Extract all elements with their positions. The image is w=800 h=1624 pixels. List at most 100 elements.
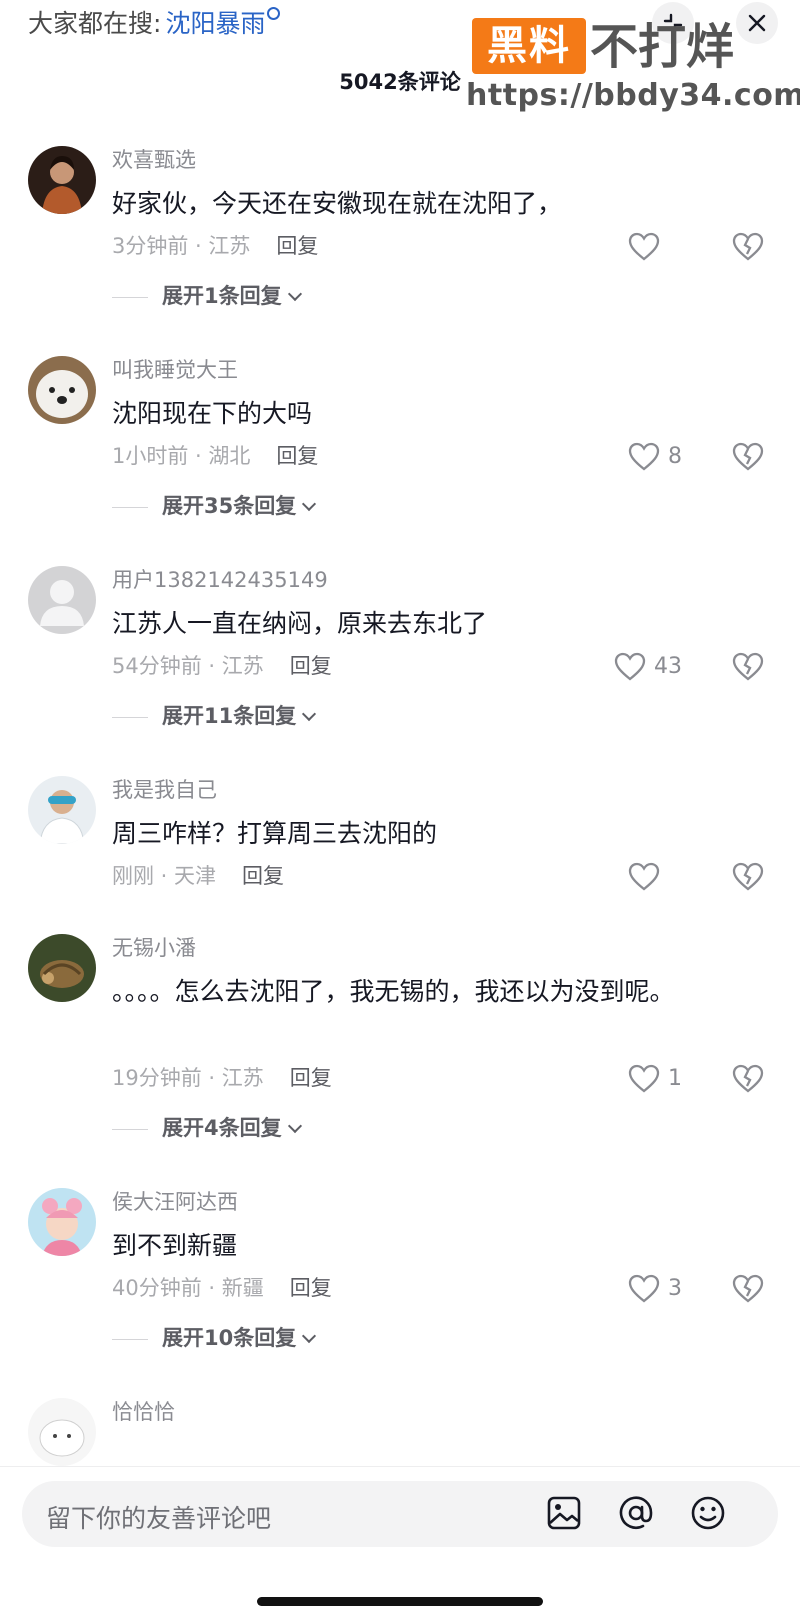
expand-replies-label: 展开35条回复 — [162, 494, 297, 518]
comment-text: 周三咋样？打算周三去沈阳的 — [112, 819, 438, 848]
comment-item: 恰恰恰 — [0, 1384, 800, 1466]
broken-heart-icon — [732, 862, 764, 891]
like-button[interactable] — [628, 232, 728, 266]
comment-meta: 1小时前 · 湖北 回复 — [112, 440, 318, 470]
emoji-button[interactable] — [688, 1493, 728, 1533]
avatar[interactable] — [28, 1398, 96, 1466]
like-button[interactable]: 1 — [628, 1064, 728, 1098]
comment-text: 江苏人一直在纳闷，原来去东北了 — [112, 609, 488, 638]
avatar[interactable] — [28, 356, 96, 424]
avatar[interactable] — [28, 566, 96, 634]
comment-username[interactable]: 我是我自己 — [112, 774, 217, 804]
reply-button[interactable]: 回复 — [290, 1276, 332, 1300]
divider — [112, 296, 148, 298]
divider — [112, 506, 148, 508]
comment-item: 欢喜甄选 好家伙，今天还在安徽现在就在沈阳了， 3分钟前 · 江苏 回复 展开1条… — [0, 132, 800, 332]
comment-time-location: 刚刚 · 天津 — [112, 864, 217, 888]
watermark-url: https://bbdy34.com — [466, 78, 800, 113]
comment-text: 。。。。怎么去沈阳了，我无锡的，我还以为没到呢。 — [112, 977, 675, 1006]
search-icon — [267, 7, 281, 20]
comment-username[interactable]: 欢喜甄选 — [112, 144, 196, 174]
comment-meta: 3分钟前 · 江苏 回复 — [112, 230, 318, 260]
heart-icon — [628, 1274, 660, 1303]
expand-replies[interactable]: 展开1条回复 — [112, 280, 302, 310]
comment-username[interactable]: 叫我睡觉大王 — [112, 354, 238, 384]
mention-button[interactable] — [616, 1493, 656, 1533]
avatar[interactable] — [28, 776, 96, 844]
comment-item: 叫我睡觉大王 沈阳现在下的大吗 1小时前 · 湖北 回复 8 展开35条回复 — [0, 342, 800, 542]
broken-heart-icon — [732, 1064, 764, 1093]
chevron-down-icon — [302, 1328, 317, 1344]
comment-meta: 19分钟前 · 江苏 回复 — [112, 1062, 332, 1092]
dislike-button[interactable] — [732, 1064, 768, 1098]
expand-replies[interactable]: 展开11条回复 — [112, 700, 317, 730]
chevron-down-icon — [287, 286, 302, 302]
reply-button[interactable]: 回复 — [242, 864, 284, 888]
dislike-button[interactable] — [732, 1274, 768, 1308]
expand-replies[interactable]: 展开35条回复 — [112, 490, 317, 520]
divider — [112, 716, 148, 718]
like-button[interactable]: 3 — [628, 1274, 728, 1308]
comment-text: 到不到新疆 — [112, 1231, 238, 1260]
heart-icon — [628, 442, 660, 471]
comment-item: 侯大汪阿达西 到不到新疆 40分钟前 · 新疆 回复 3 展开10条回复 — [0, 1174, 800, 1374]
comment-text: 沈阳现在下的大吗 — [112, 399, 313, 428]
comment-input-bar: 留下你的友善评论吧 — [0, 1466, 800, 1624]
heart-icon — [614, 652, 646, 681]
chevron-down-icon — [302, 706, 317, 722]
expand-replies-label: 展开10条回复 — [162, 1326, 297, 1350]
comment-input[interactable]: 留下你的友善评论吧 — [22, 1481, 778, 1547]
like-count: 3 — [668, 1276, 682, 1301]
comment-time-location: 1小时前 · 湖北 — [112, 444, 251, 468]
comment-username[interactable]: 用户1382142435149 — [112, 564, 328, 594]
expand-replies[interactable]: 展开4条回复 — [112, 1112, 302, 1142]
comment-username[interactable]: 无锡小潘 — [112, 932, 196, 962]
reply-button[interactable]: 回复 — [290, 654, 332, 678]
avatar[interactable] — [28, 934, 96, 1002]
like-count: 43 — [654, 654, 682, 679]
dislike-button[interactable] — [732, 232, 768, 266]
comment-meta: 54分钟前 · 江苏 回复 — [112, 650, 332, 680]
like-button[interactable]: 43 — [614, 652, 714, 686]
watermark-title: 不打烊 — [590, 19, 735, 75]
like-button[interactable]: 8 — [628, 442, 728, 476]
comment-text: 好家伙，今天还在安徽现在就在沈阳了， — [112, 189, 563, 218]
avatar[interactable] — [28, 1188, 96, 1256]
divider — [112, 1338, 148, 1340]
heart-icon — [628, 862, 660, 891]
image-button[interactable] — [544, 1493, 584, 1533]
comment-time-location: 40分钟前 · 新疆 — [112, 1276, 264, 1300]
emoji-icon — [691, 1496, 725, 1530]
reply-button[interactable]: 回复 — [276, 234, 318, 258]
like-button[interactable] — [628, 862, 728, 896]
comment-username[interactable]: 恰恰恰 — [112, 1396, 175, 1426]
comment-time-location: 3分钟前 · 江苏 — [112, 234, 251, 258]
expand-replies[interactable]: 展开10条回复 — [112, 1322, 317, 1352]
search-suggestion[interactable]: 大家都在搜: 沈阳暴雨 — [28, 4, 281, 40]
divider — [112, 1128, 148, 1130]
reply-button[interactable]: 回复 — [276, 444, 318, 468]
dislike-button[interactable] — [732, 862, 768, 896]
search-suggestion-keyword[interactable]: 沈阳暴雨 — [165, 9, 265, 38]
chevron-down-icon — [287, 1118, 302, 1134]
dislike-button[interactable] — [732, 442, 768, 476]
heart-icon — [628, 1064, 660, 1093]
comment-item: 无锡小潘 。。。。怎么去沈阳了，我无锡的，我还以为没到呢。 19分钟前 · 江苏… — [0, 920, 800, 1160]
dislike-button[interactable] — [732, 652, 768, 686]
comment-input-placeholder: 留下你的友善评论吧 — [46, 1504, 272, 1533]
expand-replies-label: 展开1条回复 — [162, 284, 282, 308]
like-count: 1 — [668, 1066, 682, 1091]
reply-button[interactable]: 回复 — [290, 1066, 332, 1090]
comment-time-location: 54分钟前 · 江苏 — [112, 654, 264, 678]
like-count: 8 — [668, 444, 682, 469]
home-indicator[interactable] — [257, 1597, 543, 1606]
comment-username[interactable]: 侯大汪阿达西 — [112, 1186, 238, 1216]
comment-meta: 40分钟前 · 新疆 回复 — [112, 1272, 332, 1302]
expand-replies-label: 展开4条回复 — [162, 1116, 282, 1140]
broken-heart-icon — [732, 652, 764, 681]
comment-meta: 刚刚 · 天津 回复 — [112, 860, 284, 890]
comment-item: 我是我自己 周三咋样？打算周三去沈阳的 刚刚 · 天津 回复 — [0, 762, 800, 912]
comment-item: 用户1382142435149 江苏人一直在纳闷，原来去东北了 54分钟前 · … — [0, 552, 800, 752]
watermark: 黑料 不打烊 https://bbdy34.com — [466, 18, 800, 118]
avatar[interactable] — [28, 146, 96, 214]
